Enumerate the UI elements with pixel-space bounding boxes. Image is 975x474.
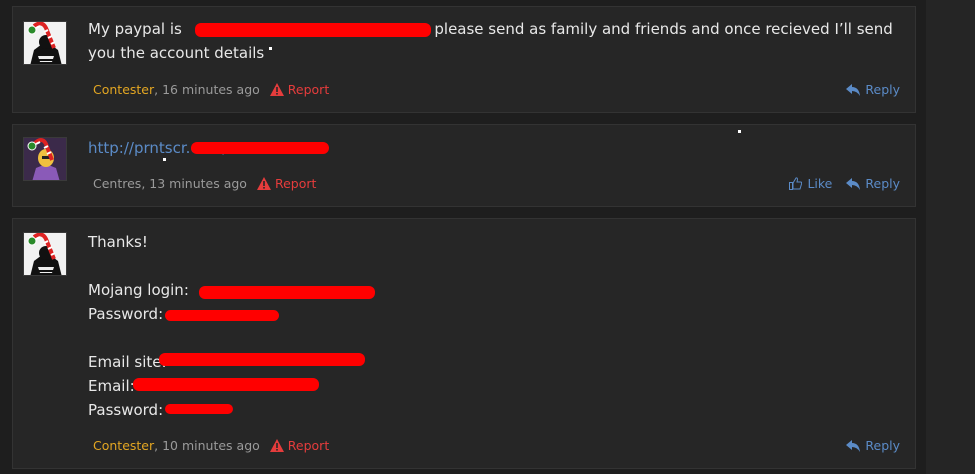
post-1: My paypal is please send as family and f… [12, 6, 916, 113]
post-2-reply-label: Reply [865, 176, 900, 191]
warning-icon [269, 83, 284, 96]
post-3-meta: Contester , 10 minutes ago Report [93, 438, 329, 453]
post-3: Thanks! Mojang login: Password: Email si… [12, 218, 916, 469]
post-1-timestamp: , 16 minutes ago [154, 82, 260, 97]
redaction-mark [191, 142, 329, 154]
post-2-like-button[interactable]: Like [789, 176, 832, 191]
candy-cane-avatar-icon[interactable] [23, 232, 67, 276]
post-3-report-button[interactable]: Report [269, 438, 330, 453]
redaction-mark [165, 404, 233, 414]
redaction-mark [195, 23, 431, 37]
post-1-meta: Contester , 16 minutes ago Report [93, 82, 329, 97]
reply-icon [846, 439, 861, 452]
post-3-line-1: Thanks! [88, 233, 148, 251]
post-3-reply-button[interactable]: Reply [846, 438, 900, 453]
post-3-report-label: Report [287, 438, 330, 453]
warning-icon [256, 177, 271, 190]
redaction-mark [133, 378, 319, 391]
post-2-report-label: Report [274, 176, 317, 191]
post-1-actions: Reply [832, 82, 900, 97]
cartoon-avatar-icon[interactable] [23, 137, 67, 181]
post-2-actions: Like Reply [775, 176, 900, 191]
thumbs-up-icon [789, 177, 803, 190]
candy-cane-avatar-icon[interactable] [23, 21, 67, 65]
post-2-reply-button[interactable]: Reply [846, 176, 900, 191]
post-1-line-1: My paypal is [88, 20, 182, 38]
post-3-timestamp: , 10 minutes ago [154, 438, 260, 453]
speck [738, 130, 741, 133]
post-3-actions: Reply [832, 438, 900, 453]
speck [269, 47, 272, 50]
post-1-reply-label: Reply [865, 82, 900, 97]
post-1-line-3: you the account details [88, 44, 265, 62]
post-1-line-2: please send as family and friends and on… [434, 20, 893, 38]
post-3-message: Thanks! Mojang login: Password: Email si… [88, 230, 895, 422]
post-2-like-label: Like [807, 176, 833, 191]
post-1-author-link[interactable]: Contester [93, 82, 154, 97]
reply-icon [846, 83, 861, 96]
post-2: http://prntscr.com/sent Centres , 13 min… [12, 124, 916, 207]
post-2-timestamp: , 13 minutes ago [141, 176, 247, 191]
speck [163, 158, 166, 161]
post-1-report-button[interactable]: Report [269, 82, 330, 97]
warning-icon [269, 439, 284, 452]
redaction-mark [199, 286, 375, 299]
redaction-mark [159, 353, 365, 366]
post-1-report-label: Report [287, 82, 330, 97]
post-2-author-link[interactable]: Centres [93, 176, 141, 191]
redaction-mark [165, 310, 279, 321]
post-2-meta: Centres , 13 minutes ago Report [93, 176, 316, 191]
post-2-report-button[interactable]: Report [256, 176, 317, 191]
post-1-reply-button[interactable]: Reply [846, 82, 900, 97]
post-3-reply-label: Reply [865, 438, 900, 453]
reply-icon [846, 177, 861, 190]
post-3-author-link[interactable]: Contester [93, 438, 154, 453]
